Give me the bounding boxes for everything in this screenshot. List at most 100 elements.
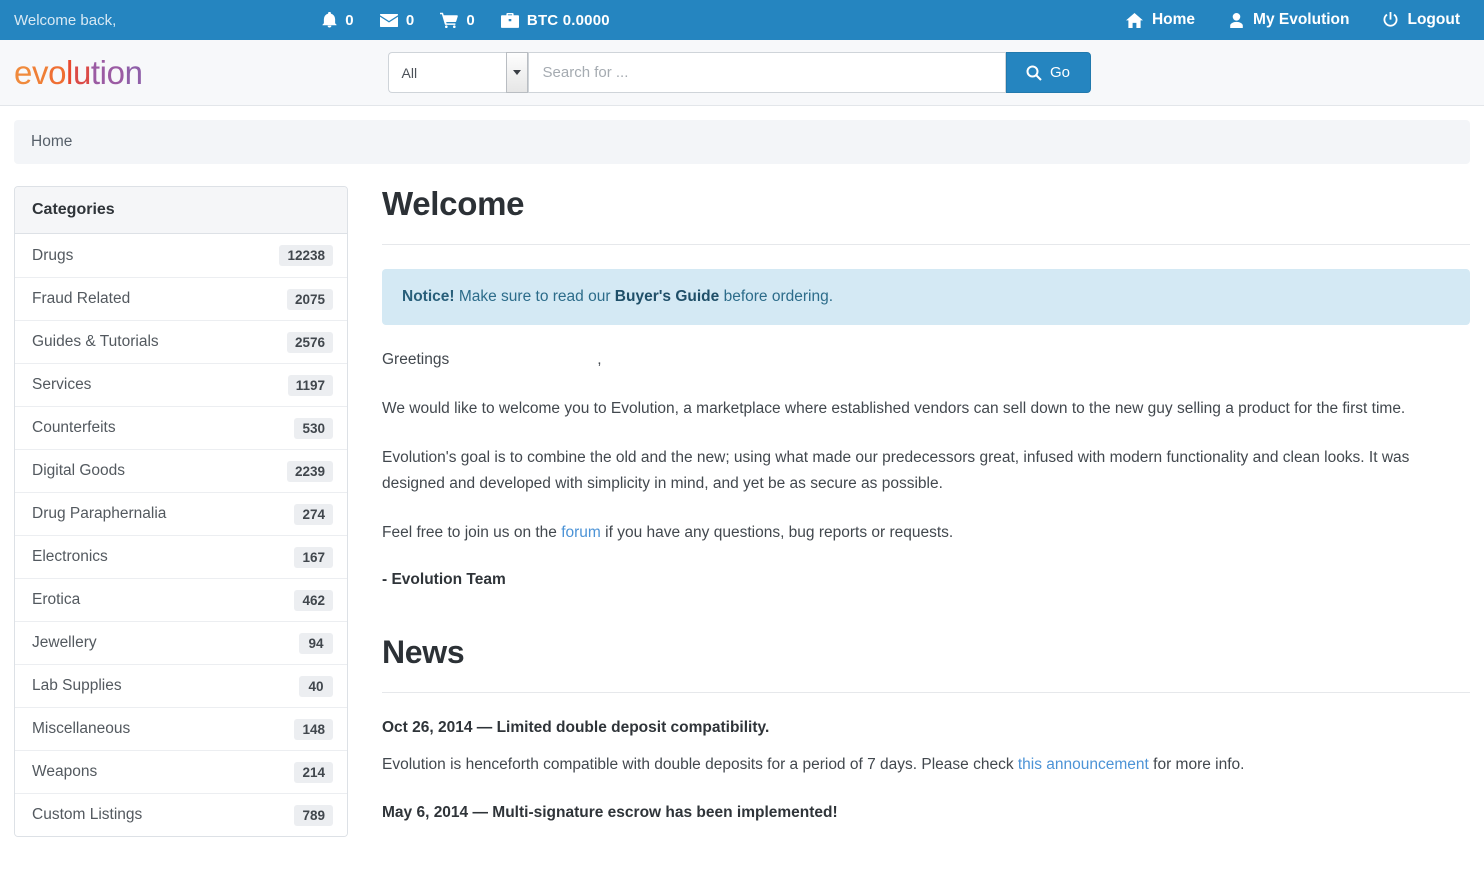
category-count-badge: 2576: [286, 331, 333, 353]
search-input[interactable]: [527, 52, 1006, 93]
category-label: Guides & Tutorials: [32, 333, 159, 350]
nav-logout-label: Logout: [1407, 11, 1460, 28]
category-count-badge: 94: [299, 632, 333, 654]
sidebar-item-custom-listings[interactable]: Custom Listings 789: [15, 793, 347, 836]
masthead: evolution All Go: [0, 40, 1484, 106]
news-item: Oct 26, 2014 — Limited double deposit co…: [382, 719, 1470, 778]
forum-link[interactable]: forum: [561, 524, 601, 541]
breadcrumb-region: Home: [0, 106, 1484, 164]
category-label: Drugs: [32, 246, 74, 264]
category-count-badge: 214: [294, 761, 333, 783]
topbar-stats: 0 0 0 BTC 0.0000: [322, 12, 610, 29]
cart-count: 0: [466, 11, 475, 29]
category-label: Jewellery: [32, 634, 97, 651]
search-go-label: Go: [1050, 64, 1071, 81]
user-icon: [1229, 12, 1244, 28]
category-count-badge: 12238: [279, 245, 333, 266]
news-heading: News: [382, 633, 465, 670]
category-count-badge: 2239: [286, 460, 333, 482]
welcome-back-text: Welcome back,: [14, 11, 117, 29]
sidebar-item-guides-tutorials[interactable]: Guides & Tutorials 2576: [15, 320, 347, 363]
notice-banner: Notice! Make sure to read our Buyer's Gu…: [382, 269, 1470, 326]
intro-paragraph-2: Evolution's goal is to combine the old a…: [382, 448, 1410, 493]
sidebar-item-drugs[interactable]: Drugs 12238: [15, 234, 347, 277]
sidebar: Categories Drugs 12238 Fraud Related 207…: [14, 186, 348, 837]
greeting-suffix: ,: [597, 351, 602, 369]
category-count-badge: 789: [294, 804, 333, 826]
category-label: Digital Goods: [32, 462, 126, 479]
notice-text-after: before ordering.: [719, 288, 834, 306]
page-title: Welcome: [382, 185, 525, 222]
cart-stat[interactable]: 0: [440, 12, 475, 29]
sidebar-item-digital-goods[interactable]: Digital Goods 2239: [15, 449, 347, 492]
category-label: Electronics: [32, 548, 108, 565]
envelope-icon: [379, 13, 398, 27]
shopping-cart-icon: [440, 12, 459, 28]
category-list: Drugs 12238 Fraud Related 2075 Guides & …: [15, 234, 347, 836]
search-go-button[interactable]: Go: [1005, 52, 1091, 93]
sidebar-item-miscellaneous[interactable]: Miscellaneous 148: [15, 707, 347, 750]
forum-text-after: if you have any questions, bug reports o…: [600, 524, 954, 542]
news-divider: [382, 691, 1470, 693]
category-count-badge: 40: [299, 675, 333, 697]
title-divider: [382, 244, 1470, 246]
category-label: Weapons: [32, 763, 98, 780]
notice-prefix: Notice!: [402, 288, 455, 306]
category-label: Fraud Related: [32, 290, 131, 307]
home-icon: [1125, 12, 1143, 28]
category-label: Lab Supplies: [32, 677, 122, 694]
messages-stat[interactable]: 0: [379, 11, 415, 29]
page-body: Categories Drugs 12238 Fraud Related 207…: [0, 164, 1484, 837]
site-logo[interactable]: evolution: [14, 56, 143, 89]
breadcrumb-item-home[interactable]: Home: [31, 133, 72, 151]
sidebar-item-erotica[interactable]: Erotica 462: [15, 578, 347, 621]
nav-home-link[interactable]: Home: [1125, 11, 1196, 29]
notifications-stat[interactable]: 0: [322, 12, 354, 29]
nav-logout-link[interactable]: Logout: [1383, 11, 1460, 29]
category-count-badge: 274: [294, 503, 333, 525]
btc-balance-stat[interactable]: BTC 0.0000: [500, 11, 610, 29]
power-icon: [1383, 12, 1398, 28]
sidebar-item-counterfeits[interactable]: Counterfeits 530: [15, 406, 347, 449]
category-label: Services: [32, 376, 92, 393]
bell-icon: [322, 12, 337, 28]
category-label: Custom Listings: [32, 806, 143, 823]
sidebar-item-electronics[interactable]: Electronics 167: [15, 535, 347, 578]
intro-paragraph-3: Feel free to join us on the forum if you…: [382, 520, 1470, 547]
categories-panel: Categories Drugs 12238 Fraud Related 207…: [14, 186, 348, 837]
chevron-down-icon[interactable]: [505, 52, 528, 93]
category-count-badge: 148: [294, 718, 333, 740]
notifications-count: 0: [345, 11, 354, 29]
briefcase-icon: [500, 12, 519, 28]
sidebar-item-weapons[interactable]: Weapons 214: [15, 750, 347, 793]
category-count-badge: 462: [294, 589, 333, 611]
sidebar-item-jewellery[interactable]: Jewellery 94: [15, 621, 347, 664]
news-headline: Oct 26, 2014 — Limited double deposit co…: [382, 718, 770, 736]
categories-title: Categories: [32, 201, 115, 218]
messages-count: 0: [405, 11, 415, 29]
search-category-value: All: [401, 64, 418, 81]
nav-my-evolution-label: My Evolution: [1253, 11, 1350, 28]
news-headline: May 6, 2014 — Multi-signature escrow has…: [382, 803, 838, 821]
category-label: Counterfeits: [32, 419, 116, 436]
this-announcement-link[interactable]: this announcement: [1018, 756, 1149, 773]
categories-panel-header: Categories: [15, 187, 347, 234]
notice-text-before: Make sure to read our: [454, 288, 615, 306]
sidebar-item-fraud-related[interactable]: Fraud Related 2075: [15, 277, 347, 320]
topbar-nav: Home My Evolution Logout: [1125, 11, 1470, 29]
buyers-guide-link[interactable]: Buyer's Guide: [615, 288, 719, 305]
main-content: Welcome Notice! Make sure to read our Bu…: [370, 185, 1470, 837]
sidebar-item-lab-supplies[interactable]: Lab Supplies 40: [15, 664, 347, 707]
btc-balance-value: BTC 0.0000: [526, 11, 610, 29]
category-count-badge: 530: [294, 417, 333, 439]
sidebar-item-services[interactable]: Services 1197: [15, 363, 347, 406]
category-count-badge: 167: [294, 546, 333, 568]
nav-home-label: Home: [1151, 11, 1196, 28]
sidebar-item-drug-paraphernalia[interactable]: Drug Paraphernalia 274: [15, 492, 347, 535]
nav-my-evolution-link[interactable]: My Evolution: [1229, 11, 1349, 29]
news-item: May 6, 2014 — Multi-signature escrow has…: [382, 804, 1470, 822]
greeting-prefix: Greetings: [382, 351, 450, 369]
search-bar: All Go: [387, 52, 1091, 93]
top-utility-bar: Welcome back, 0 0 0 BTC 0.0000 Home My E…: [0, 0, 1484, 40]
search-category-select[interactable]: All: [387, 52, 528, 93]
